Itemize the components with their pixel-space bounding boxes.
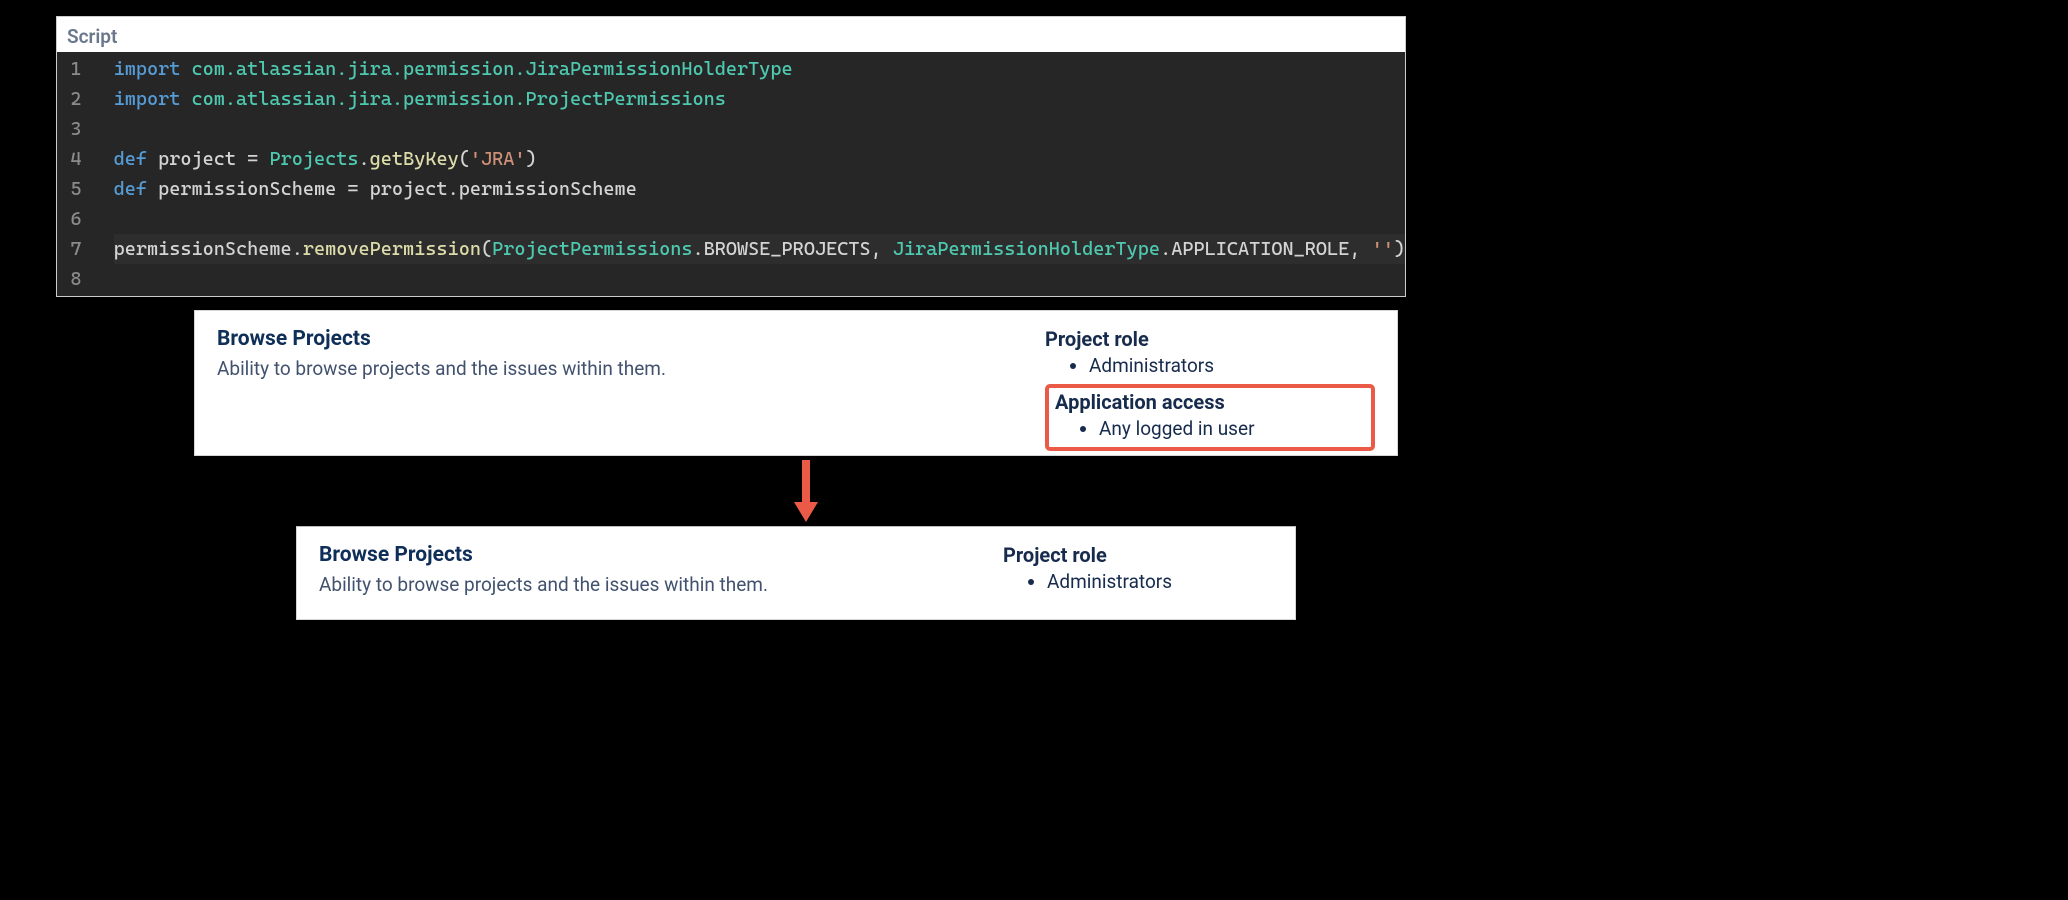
permission-info: Browse Projects Ability to browse projec…: [319, 543, 1003, 601]
code-line[interactable]: import com.atlassian.jira.permission.Jir…: [114, 54, 1405, 84]
project-role-heading: Project role: [1003, 543, 1273, 567]
code-line[interactable]: import com.atlassian.jira.permission.Pro…: [114, 84, 1405, 114]
arrow-down-icon: [792, 458, 820, 524]
application-access-list: Any logged in user: [1055, 416, 1365, 441]
line-number: 1: [57, 54, 82, 84]
permission-card-before: Browse Projects Ability to browse projec…: [194, 310, 1398, 456]
project-role-list: Administrators: [1045, 353, 1375, 378]
line-number: 7: [57, 234, 82, 264]
code-line[interactable]: def permissionScheme = project.permissio…: [114, 174, 1405, 204]
code-editor[interactable]: 12345678 import com.atlassian.jira.permi…: [57, 52, 1405, 296]
script-panel: Script 12345678 import com.atlassian.jir…: [56, 16, 1406, 297]
permission-info: Browse Projects Ability to browse projec…: [217, 327, 1045, 437]
permission-description: Ability to browse projects and the issue…: [217, 357, 1045, 380]
permission-title: Browse Projects: [319, 543, 1003, 567]
permission-card-after: Browse Projects Ability to browse projec…: [296, 526, 1296, 620]
list-item: Any logged in user: [1099, 416, 1365, 441]
permission-grants: Project role Administrators Application …: [1045, 327, 1375, 437]
application-access-heading: Application access: [1055, 390, 1365, 414]
code-line[interactable]: [114, 114, 1405, 144]
permission-grants: Project role Administrators: [1003, 543, 1273, 601]
code-line[interactable]: def project = Projects.getByKey('JRA'): [114, 144, 1405, 174]
permission-title: Browse Projects: [217, 327, 1045, 351]
application-access-highlight: Application access Any logged in user: [1045, 384, 1375, 451]
code-line[interactable]: [114, 204, 1405, 234]
line-number: 3: [57, 114, 82, 144]
code-line[interactable]: [114, 264, 1405, 294]
list-item: Administrators: [1089, 353, 1375, 378]
code-line[interactable]: permissionScheme.removePermission(Projec…: [114, 234, 1405, 264]
script-label: Script: [57, 17, 1405, 52]
project-role-list: Administrators: [1003, 569, 1273, 594]
line-gutter: 12345678: [57, 54, 96, 294]
line-number: 2: [57, 84, 82, 114]
project-role-heading: Project role: [1045, 327, 1375, 351]
line-number: 5: [57, 174, 82, 204]
line-number: 4: [57, 144, 82, 174]
line-number: 8: [57, 264, 82, 294]
code-lines[interactable]: import com.atlassian.jira.permission.Jir…: [96, 54, 1405, 294]
line-number: 6: [57, 204, 82, 234]
permission-description: Ability to browse projects and the issue…: [319, 573, 1003, 596]
list-item: Administrators: [1047, 569, 1273, 594]
